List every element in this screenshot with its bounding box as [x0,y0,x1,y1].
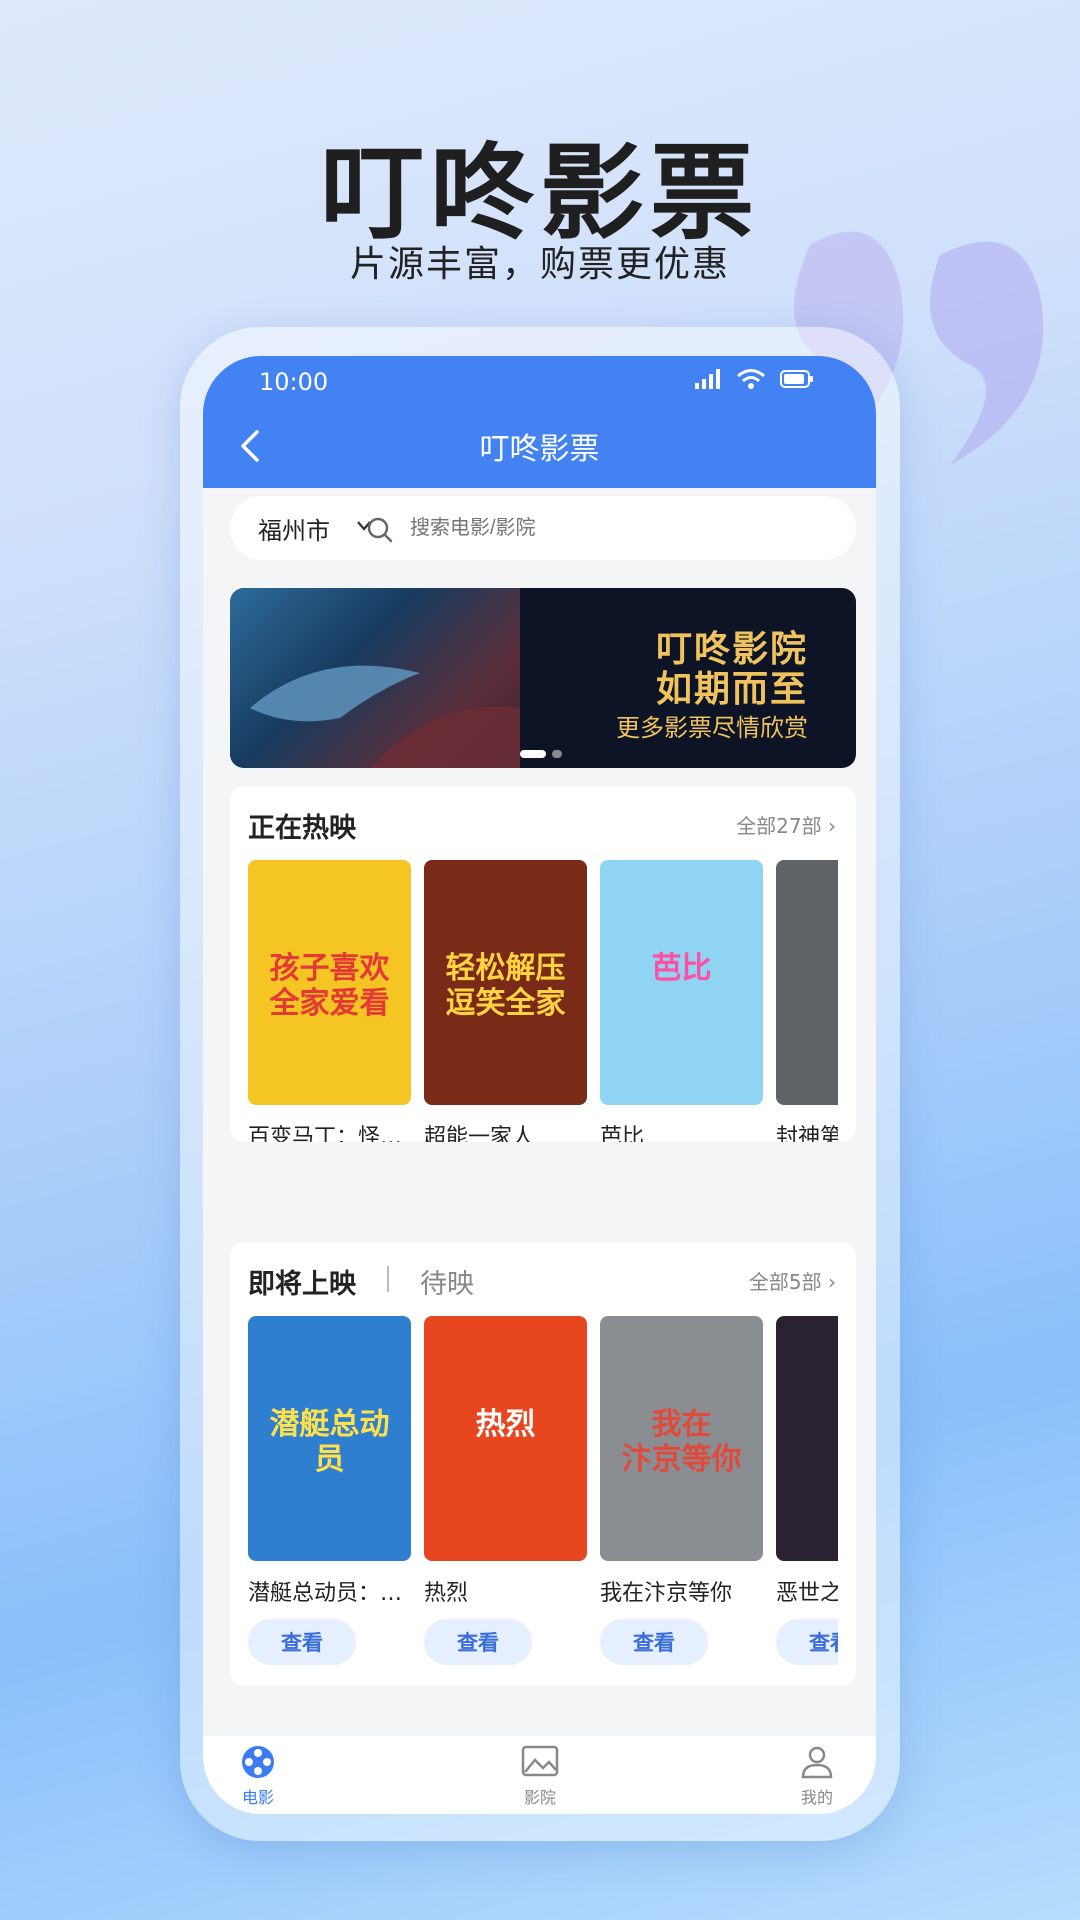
poster-title-text: 热烈 [475,1407,536,1442]
banner-title-line2: 如期而至 [655,669,808,710]
tab-cinemas[interactable]: 影院 [500,1744,580,1808]
movie-card[interactable]: 我在 汴京等你我在汴京等你查看 [600,1316,763,1665]
movie-poster[interactable]: 芭比 [600,860,763,1105]
movie-poster[interactable] [776,1316,838,1561]
movie-card[interactable]: 热烈 热烈 查看 [424,1316,587,1665]
poster-title-text: 潜艇总动员 [269,1407,390,1477]
dolphin-illustration [250,665,520,768]
movie-card[interactable]: 封神第一部购买 [776,860,838,1142]
pagination-dot-active [520,750,546,758]
view-button[interactable]: 查看 [600,1619,708,1665]
view-button[interactable]: 查看 [424,1619,532,1665]
city-selector[interactable]: 福州市 [258,511,330,546]
movie-title: 百变马丁：怪… [248,1125,403,1142]
movie-title: 我在汴京等你 [600,1581,733,1606]
movie-card[interactable]: 潜艇总动员潜艇总动员：… 查看 [248,1316,411,1665]
tab-profile[interactable]: 我的 [777,1744,857,1808]
pagination-dot [552,750,562,758]
movie-poster[interactable]: 轻松解压 逗笑全家 [424,860,587,1105]
now-showing-more-link[interactable]: 全部27部 › [736,810,836,839]
tab-movies[interactable]: 电影 [218,1744,298,1808]
movie-title: 热烈 [424,1581,469,1606]
film-reel-icon [242,1746,274,1778]
coming-soon-more-link[interactable]: 全部5部 › [749,1266,836,1295]
view-button[interactable]: 查看 [776,1619,838,1665]
user-icon [801,1746,833,1779]
movie-card[interactable]: 孩子喜欢 全家爱看百变马丁：怪…购买 [248,860,411,1142]
wifi-icon [737,369,765,389]
picture-icon [521,1745,559,1777]
movie-poster[interactable] [776,860,838,1105]
more-label: 全部5部 [748,1270,822,1294]
tab-divider [387,1266,389,1292]
view-button[interactable]: 查看 [248,1619,356,1665]
search-input[interactable] [408,516,677,541]
movie-poster[interactable]: 孩子喜欢 全家爱看 [248,860,411,1105]
coming-soon-title[interactable]: 即将上映 [248,1262,356,1301]
tab-movies-label: 电影 [241,1788,274,1807]
movie-card[interactable]: 芭比芭比购买 [600,860,763,1142]
movie-poster[interactable]: 热烈 [424,1316,587,1561]
movie-card[interactable]: 恶世之子查看 [776,1316,838,1665]
poster-title-text: 轻松解压 逗笑全家 [445,951,566,1021]
chevron-right-icon: › [828,814,836,838]
status-icons [694,368,814,390]
hero-subtitle: 片源丰富，购票更优惠 [349,244,730,285]
tab-cinemas-label: 影院 [523,1788,556,1807]
movie-poster[interactable]: 我在 汴京等你 [600,1316,763,1561]
poster-title-text: 孩子喜欢 全家爱看 [269,951,390,1021]
app-header: 10:00 叮咚影票 [203,356,876,488]
search-icon [367,517,393,543]
battery-icon [780,370,813,388]
phone-screen: 10:00 叮咚影票 福州市 搜索电影/影院 叮咚影院 如期而至 更多影票尽情欣… [203,356,876,1814]
signal-icon [695,369,720,389]
movie-title: 恶世之子 [776,1581,838,1606]
banner-subtitle: 更多影票尽情欣赏 [616,714,808,742]
movie-title: 芭比 [600,1125,645,1142]
movie-title: 封神第一部 [776,1125,838,1142]
poster-title-text: 芭比 [651,951,712,986]
header-title: 叮咚影票 [479,432,600,467]
now-showing-section: 正在热映 全部27部 › 孩子喜欢 全家爱看百变马丁：怪…购买轻松解压 逗笑全家… [230,786,856,1142]
tab-upcoming[interactable]: 待映 [420,1262,474,1301]
bottom-tab-bar: 电影 影院 我的 [203,1736,876,1814]
tab-profile-label: 我的 [800,1788,833,1807]
status-time: 10:00 [259,368,329,396]
movie-title: 超能一家人 [424,1125,535,1142]
more-label: 全部27部 [736,814,822,838]
now-showing-title: 正在热映 [248,813,356,844]
chevron-right-icon: › [828,1270,836,1294]
banner-dolphin-image [230,588,520,768]
movie-card[interactable]: 轻松解压 逗笑全家超能一家人购买 [424,860,587,1142]
movie-title: 潜艇总动员：… [248,1581,403,1606]
banner-pagination [520,750,562,758]
search-bar[interactable]: 福州市 [230,496,856,560]
movie-poster[interactable]: 潜艇总动员 [248,1316,411,1561]
now-showing-list[interactable]: 孩子喜欢 全家爱看百变马丁：怪…购买轻松解压 逗笑全家超能一家人购买芭比芭比购买… [248,860,838,1142]
poster-title-text: 我在 汴京等你 [621,1407,742,1477]
coming-soon-section: 即将上映 待映 全部5部 › 潜艇总动员 潜艇总动员：… 查看 热烈 热烈 查看 我在 汴京… [230,1242,856,1686]
coming-soon-list[interactable]: 潜艇总动员潜艇总动员：…查看热烈热烈查看我在 汴京等你我在汴京等你查看恶世之子查… [248,1316,838,1676]
promo-banner[interactable]: 叮咚影院 如期而至 更多影票尽情欣赏 [230,588,856,768]
